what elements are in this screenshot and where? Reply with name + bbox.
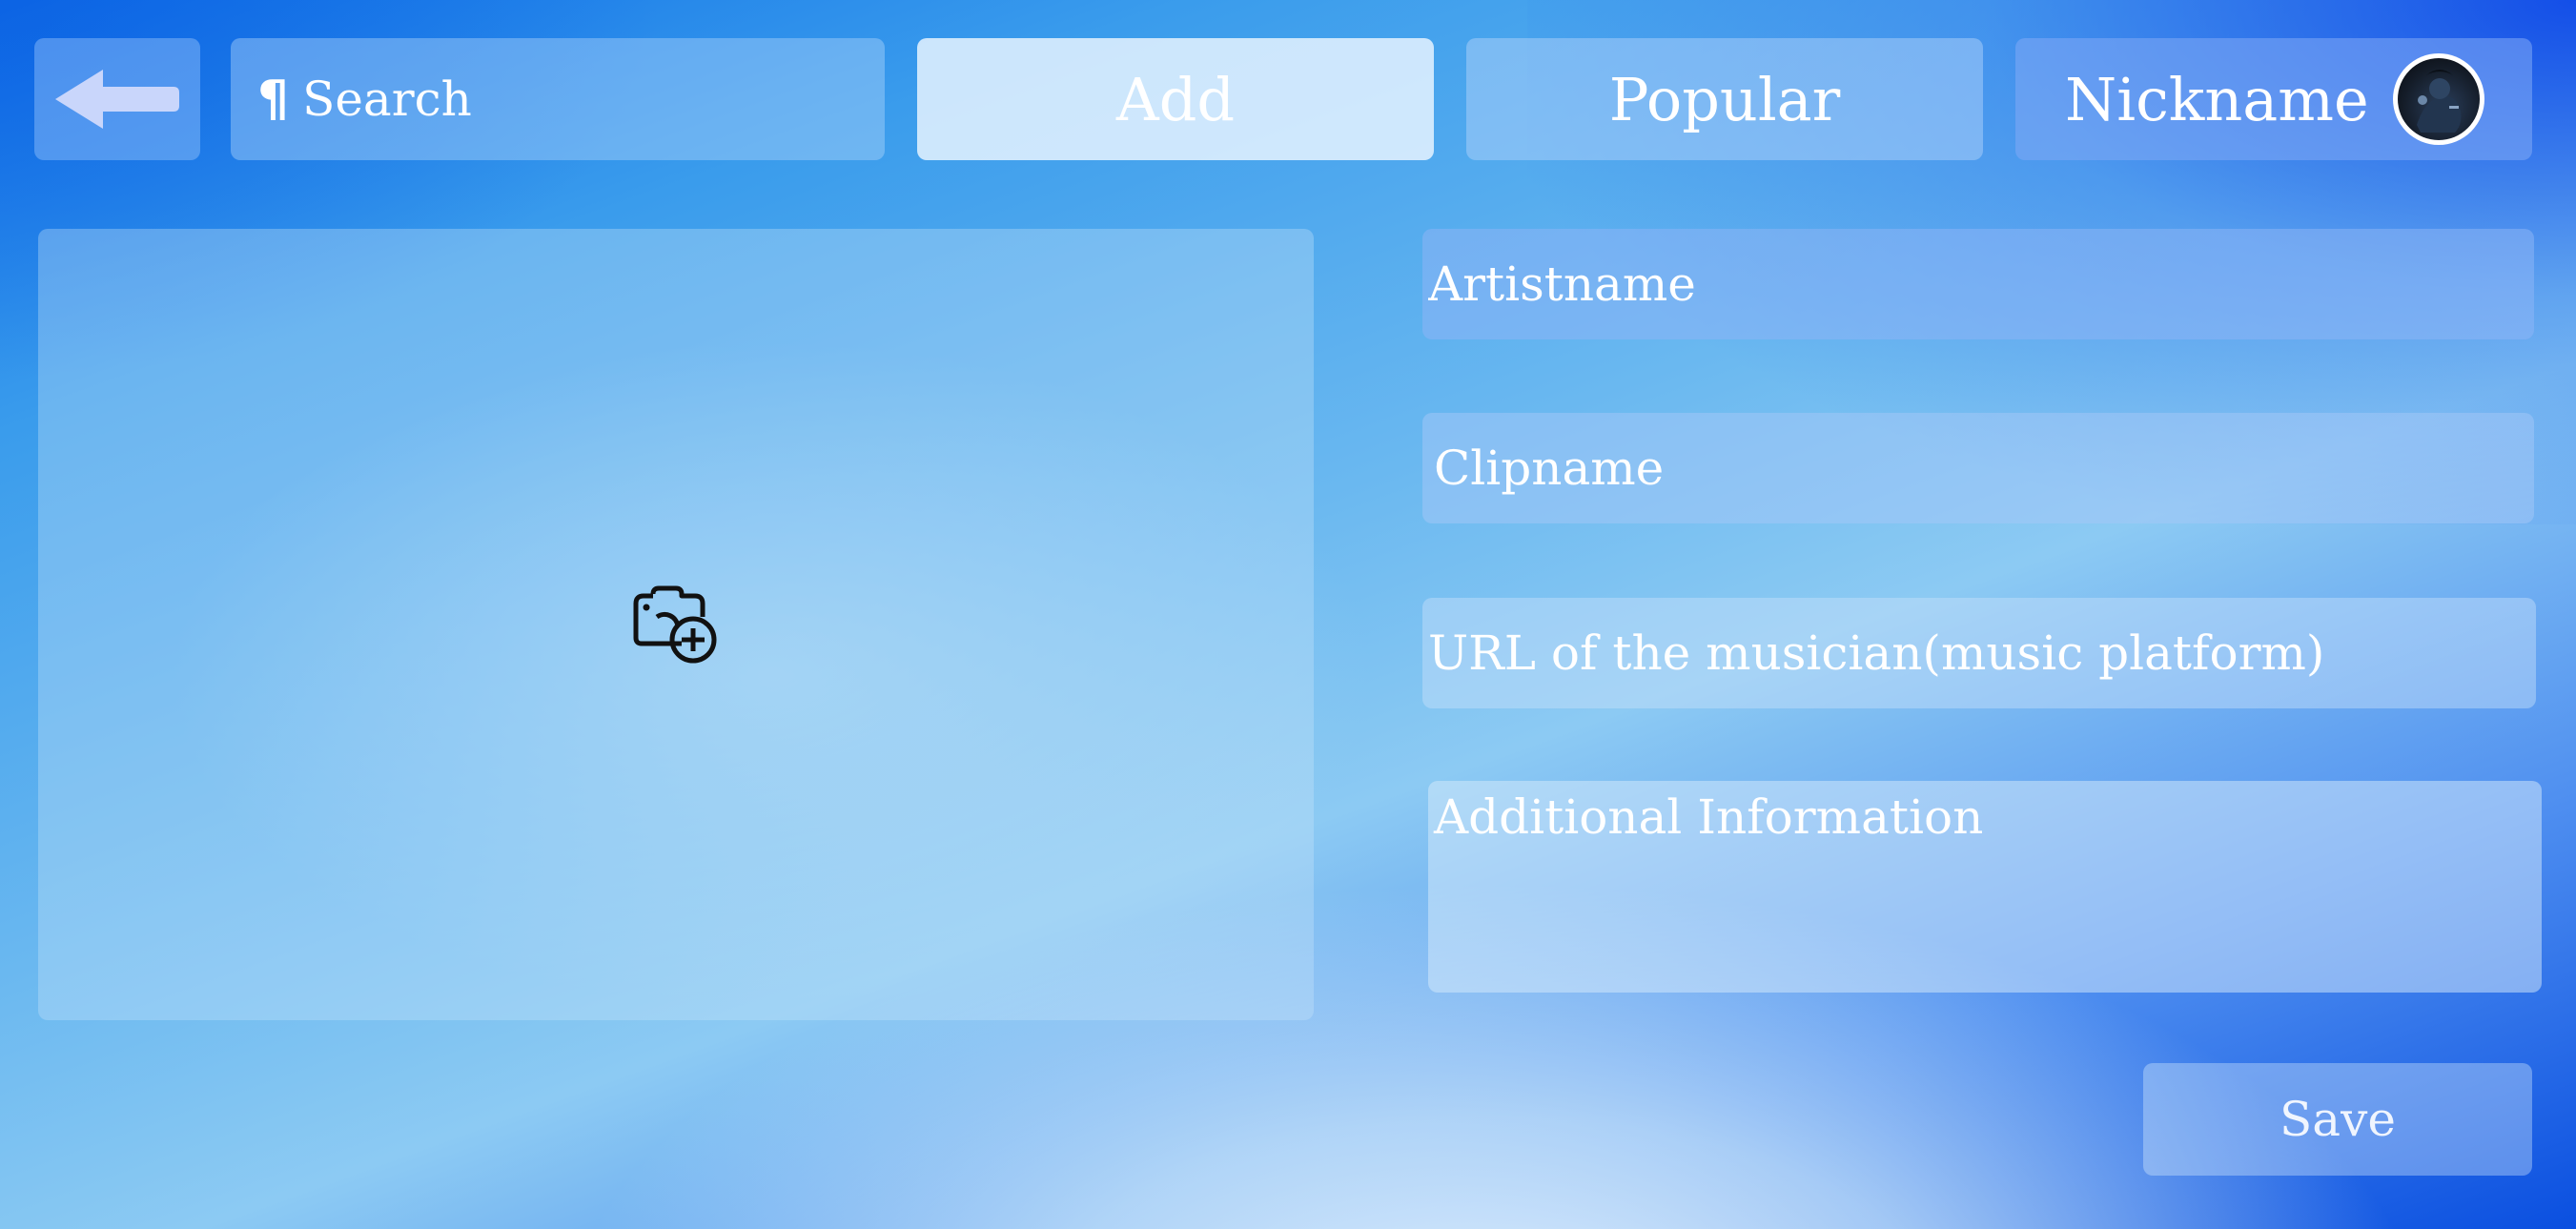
pilcrow-icon: ¶	[257, 71, 290, 128]
musician-url-input[interactable]	[1422, 625, 2536, 681]
back-button[interactable]	[34, 38, 200, 160]
back-arrow-icon	[55, 70, 179, 129]
search-input[interactable]	[302, 72, 837, 127]
popular-tab-label: Popular	[1608, 64, 1841, 134]
save-button[interactable]: Save	[2143, 1063, 2532, 1176]
image-upload-area[interactable]	[38, 229, 1314, 1020]
save-button-label: Save	[2280, 1092, 2396, 1147]
additional-info-field[interactable]	[1428, 781, 2542, 993]
additional-info-textarea[interactable]	[1428, 781, 2542, 972]
search-bar[interactable]: ¶	[231, 38, 885, 160]
musician-url-field[interactable]	[1422, 598, 2536, 708]
profile-button[interactable]: Nickname	[2015, 38, 2532, 160]
artistname-field[interactable]	[1422, 229, 2534, 339]
camera-add-icon	[633, 585, 717, 664]
clipname-input[interactable]	[1422, 440, 2534, 496]
avatar-image	[2398, 58, 2480, 140]
avatar[interactable]	[2393, 53, 2484, 145]
popular-tab[interactable]: Popular	[1466, 38, 1983, 160]
add-tab[interactable]: Add	[917, 38, 1434, 160]
clipname-field[interactable]	[1422, 413, 2534, 523]
add-tab-label: Add	[1115, 64, 1236, 134]
artistname-input[interactable]	[1422, 256, 2534, 312]
nickname-label: Nickname	[2065, 64, 2369, 134]
